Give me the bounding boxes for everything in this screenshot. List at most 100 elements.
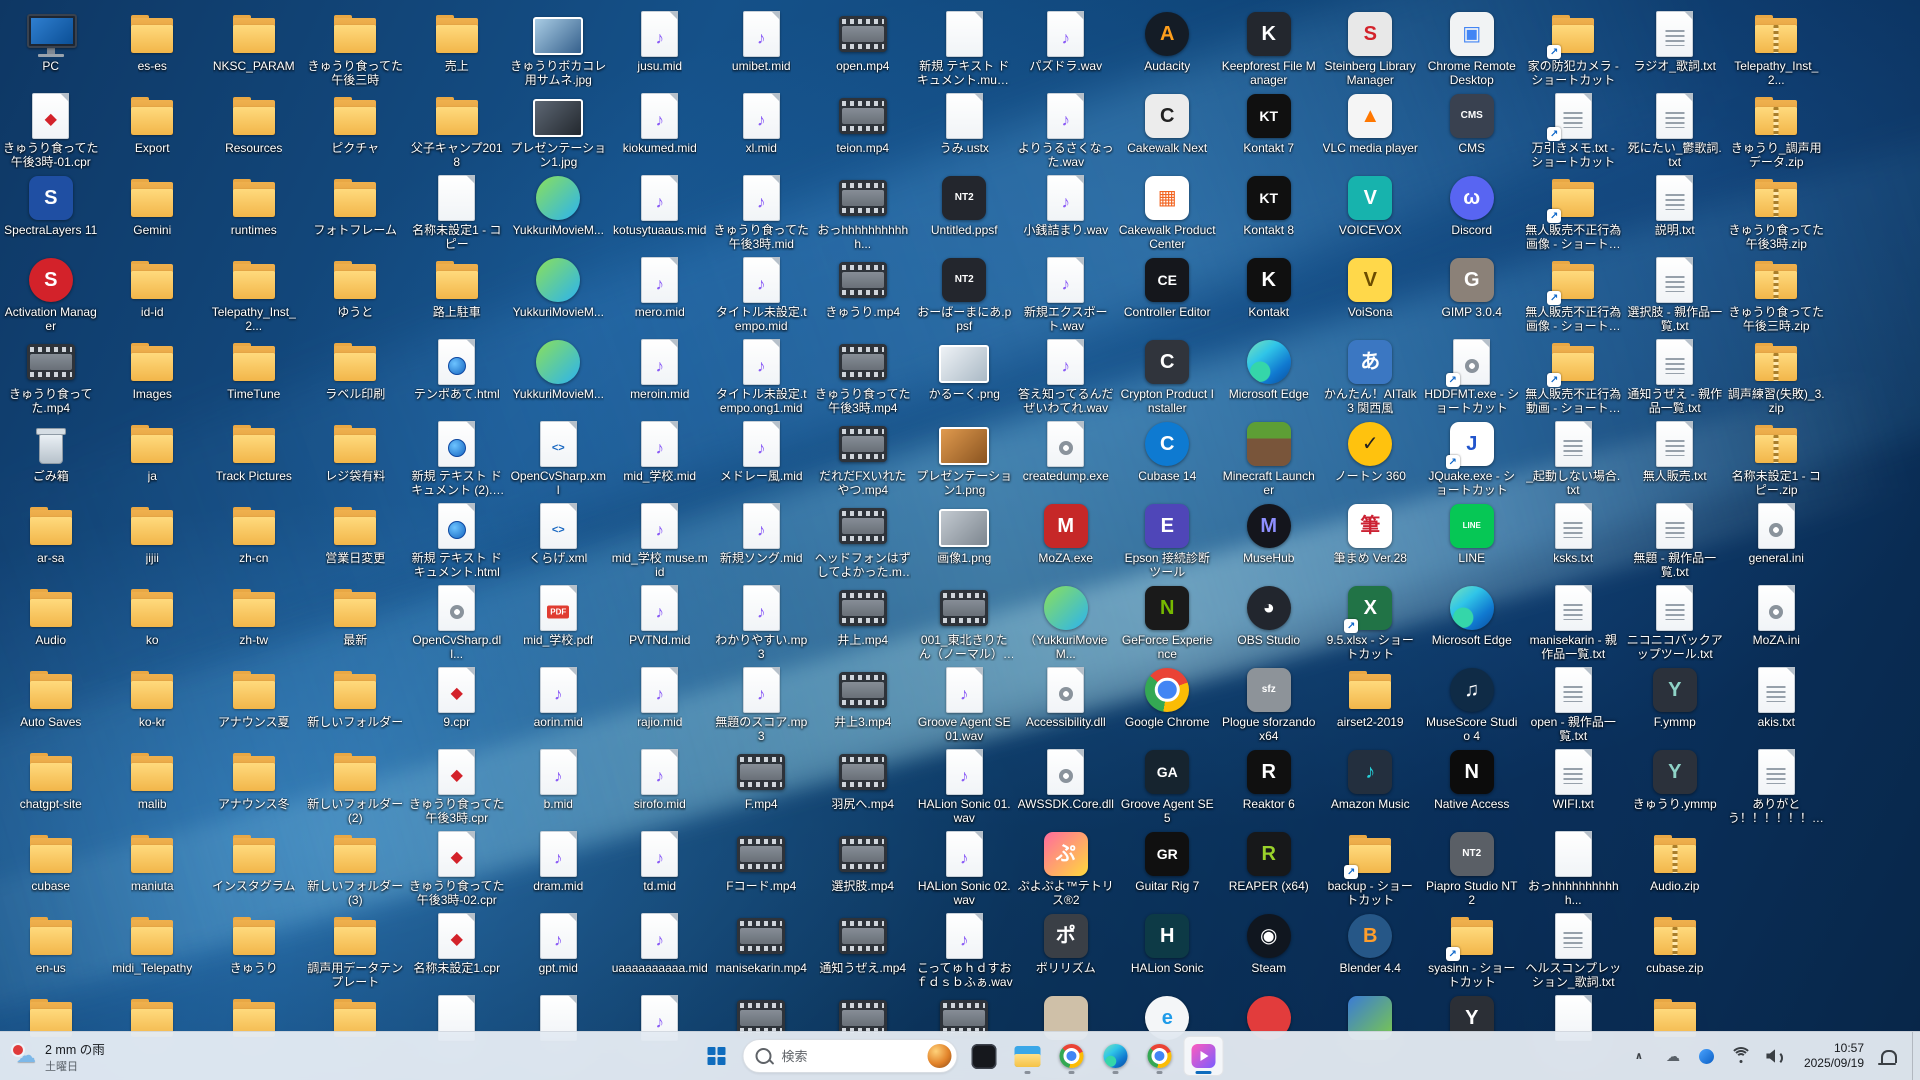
desktop-icon[interactable]: ↗家の防犯カメラ - ショートカット	[1523, 10, 1625, 92]
desktop-icon[interactable]: GRGuitar Rig 7	[1117, 830, 1219, 912]
desktop-icon[interactable]: Auto Saves	[0, 666, 102, 748]
desktop-icon[interactable]: ↗万引きメモ.txt - ショートカット	[1523, 92, 1625, 174]
tray-chevron-button[interactable]: ∧	[1622, 1036, 1656, 1076]
desktop-icon[interactable]: 井上3.mp4	[812, 666, 914, 748]
desktop-icon[interactable]: ↗無人販売不正行為画像 - ショートカット	[1523, 256, 1625, 338]
desktop-icon[interactable]: ♪新規エクスポート.wav	[1015, 256, 1117, 338]
desktop-icon[interactable]: ◆9.cpr	[406, 666, 508, 748]
desktop-icon[interactable]: YukkuriMovieM...	[508, 256, 610, 338]
desktop-icon[interactable]: ♪PVTNd.mid	[609, 584, 711, 666]
desktop-icon[interactable]: ♪小銭詰まり.wav	[1015, 174, 1117, 256]
desktop-icon[interactable]: 売上	[406, 10, 508, 92]
desktop-icon[interactable]: Audio.zip	[1624, 830, 1726, 912]
desktop-icon[interactable]: 新規 テキスト ドキュメント.html	[406, 502, 508, 584]
desktop-icon[interactable]: WIFI.txt	[1523, 748, 1625, 830]
desktop-icon[interactable]: AWSSDK.Core.dll	[1015, 748, 1117, 830]
desktop-icon[interactable]: 路上駐車	[406, 256, 508, 338]
desktop-icon[interactable]: Resources	[203, 92, 305, 174]
desktop-icon[interactable]: ♪b.mid	[508, 748, 610, 830]
desktop-icon[interactable]: Telepathy_Inst_2...	[203, 256, 305, 338]
desktop-icon[interactable]: かるーく.png	[914, 338, 1016, 420]
search-input[interactable]	[780, 1048, 920, 1065]
desktop-icon[interactable]: テンポあて.html	[406, 338, 508, 420]
desktop-icon[interactable]: きゅうりボカコレ用サムネ.jpg	[508, 10, 610, 92]
desktop-icon[interactable]: <>OpenCvSharp.xml	[508, 420, 610, 502]
network-button[interactable]	[1724, 1036, 1758, 1076]
desktop-icon[interactable]: Gemini	[102, 174, 204, 256]
desktop-icon[interactable]: ♪rajio.mid	[609, 666, 711, 748]
desktop-icon[interactable]: ♪タイトル未設定.tempo.ong1.mid	[711, 338, 813, 420]
desktop-icon[interactable]: 画像1.png	[914, 502, 1016, 584]
desktop-icon[interactable]: ♪kotusytuaaus.mid	[609, 174, 711, 256]
desktop-icon[interactable]: ♪わかりやすい.mp3	[711, 584, 813, 666]
desktop-icon[interactable]: ◆きゅうり食ってた午後3時.cpr	[406, 748, 508, 830]
desktop-icon[interactable]: ♪sirofo.mid	[609, 748, 711, 830]
desktop-icon[interactable]: general.ini	[1726, 502, 1828, 584]
desktop-icon[interactable]: PDFmid_学校.pdf	[508, 584, 610, 666]
desktop-icon[interactable]: Accessibility.dll	[1015, 666, 1117, 748]
desktop-icon[interactable]: malib	[102, 748, 204, 830]
desktop-icon[interactable]: en-us	[0, 912, 102, 994]
desktop-icon[interactable]: jijii	[102, 502, 204, 584]
desktop-icon[interactable]: ♪meroin.mid	[609, 338, 711, 420]
desktop-icon[interactable]: ♪uaaaaaaaaaa.mid	[609, 912, 711, 994]
desktop-icon[interactable]: ♪答え知ってるんだぜいわてれ.wav	[1015, 338, 1117, 420]
desktop-icon[interactable]: ぷぷよぷよ™テトリス®2	[1015, 830, 1117, 912]
desktop-icon[interactable]: Yきゅうり.ymmp	[1624, 748, 1726, 830]
desktop-icon[interactable]: midi_Telepathy	[102, 912, 204, 994]
desktop-icon[interactable]: ko	[102, 584, 204, 666]
taskbar-search[interactable]	[743, 1039, 958, 1073]
desktop-icon[interactable]: NGeForce Experience	[1117, 584, 1219, 666]
desktop-icon[interactable]: ♪Groove Agent SE 01.wav	[914, 666, 1016, 748]
desktop-icon[interactable]: YukkuriMovieM...	[508, 174, 610, 256]
desktop-icon[interactable]: ♫MuseScore Studio 4	[1421, 666, 1523, 748]
desktop-icon[interactable]: ↗syasinn - ショートカット	[1421, 912, 1523, 994]
desktop-icon[interactable]: Microsoft Edge	[1218, 338, 1320, 420]
desktop-icon[interactable]: ko-kr	[102, 666, 204, 748]
taskbar-app-edge[interactable]	[1096, 1036, 1136, 1076]
desktop-icon[interactable]: 父子キャンプ2018	[406, 92, 508, 174]
desktop-icon[interactable]: OpenCvSharp.dll...	[406, 584, 508, 666]
desktop-icon[interactable]: ↗無人販売不正行為画像 - ショートカッ...	[1523, 174, 1625, 256]
desktop-icon[interactable]: ▦Cakewalk Product Center	[1117, 174, 1219, 256]
desktop-wallpaper[interactable]: PC◆きゅうり食ってた午後3時-01.cprSSpectraLayers 11S…	[0, 0, 1920, 1080]
desktop-icon[interactable]: Minecraft Launcher	[1218, 420, 1320, 502]
desktop-icon[interactable]: ♪メドレー風.mid	[711, 420, 813, 502]
desktop-icon[interactable]: ラベル印刷	[305, 338, 407, 420]
desktop-icon[interactable]: AAudacity	[1117, 10, 1219, 92]
desktop-icon[interactable]: ♪xl.mid	[711, 92, 813, 174]
desktop-icon[interactable]: Audio	[0, 584, 102, 666]
desktop-icon[interactable]: Fコード.mp4	[711, 830, 813, 912]
desktop-icon[interactable]: ♪mero.mid	[609, 256, 711, 338]
desktop-icon[interactable]: zh-tw	[203, 584, 305, 666]
desktop-icon[interactable]: ♪きゅうり食ってた午後3時.mid	[711, 174, 813, 256]
desktop-icon[interactable]: KTKontakt 7	[1218, 92, 1320, 174]
desktop-icon[interactable]: ja	[102, 420, 204, 502]
desktop-icon[interactable]: （YukkuriMovieM...	[1015, 584, 1117, 666]
desktop-icon[interactable]: あかんたん！AITalk 3 関西風	[1320, 338, 1422, 420]
desktop-icon[interactable]: ラジオ_歌詞.txt	[1624, 10, 1726, 92]
desktop-icon[interactable]: 通知うぜえ.mp4	[812, 912, 914, 994]
desktop-icon[interactable]: ♪パズドラ.wav	[1015, 10, 1117, 92]
desktop-icon[interactable]: ニコニコバックアップツール.txt	[1624, 584, 1726, 666]
desktop-icon[interactable]: NT2おーばーまにあ.ppsf	[914, 256, 1016, 338]
taskbar-app-photos[interactable]	[1184, 1036, 1224, 1076]
desktop-icon[interactable]: Microsoft Edge	[1421, 584, 1523, 666]
desktop-icon[interactable]: うみ.ustx	[914, 92, 1016, 174]
desktop-icon[interactable]: ♪aorin.mid	[508, 666, 610, 748]
notification-button[interactable]	[1872, 1036, 1906, 1076]
desktop-icon[interactable]: プレゼンテーション1.png	[914, 420, 1016, 502]
desktop-icon[interactable]: HHALion Sonic	[1117, 912, 1219, 994]
desktop-icon[interactable]: ▲VLC media player	[1320, 92, 1422, 174]
desktop-icon[interactable]: ごみ箱	[0, 420, 102, 502]
desktop-icon[interactable]: _起動しない場合.txt	[1523, 420, 1625, 502]
desktop-icon[interactable]: akis.txt	[1726, 666, 1828, 748]
desktop-icon[interactable]: ♪よりうるさくなった.wav	[1015, 92, 1117, 174]
show-desktop-button[interactable]	[1912, 1032, 1918, 1080]
desktop-icon[interactable]: 選択肢 - 親作品一覧.txt	[1624, 256, 1726, 338]
desktop-icon[interactable]: ♪Amazon Music	[1320, 748, 1422, 830]
taskbar-app-explorer[interactable]	[1008, 1036, 1048, 1076]
taskbar-app-chrome[interactable]	[1052, 1036, 1092, 1076]
desktop-icon[interactable]: ヘルスコンプレッション_歌詞.txt	[1523, 912, 1625, 994]
desktop-icon[interactable]: cubase.zip	[1624, 912, 1726, 994]
